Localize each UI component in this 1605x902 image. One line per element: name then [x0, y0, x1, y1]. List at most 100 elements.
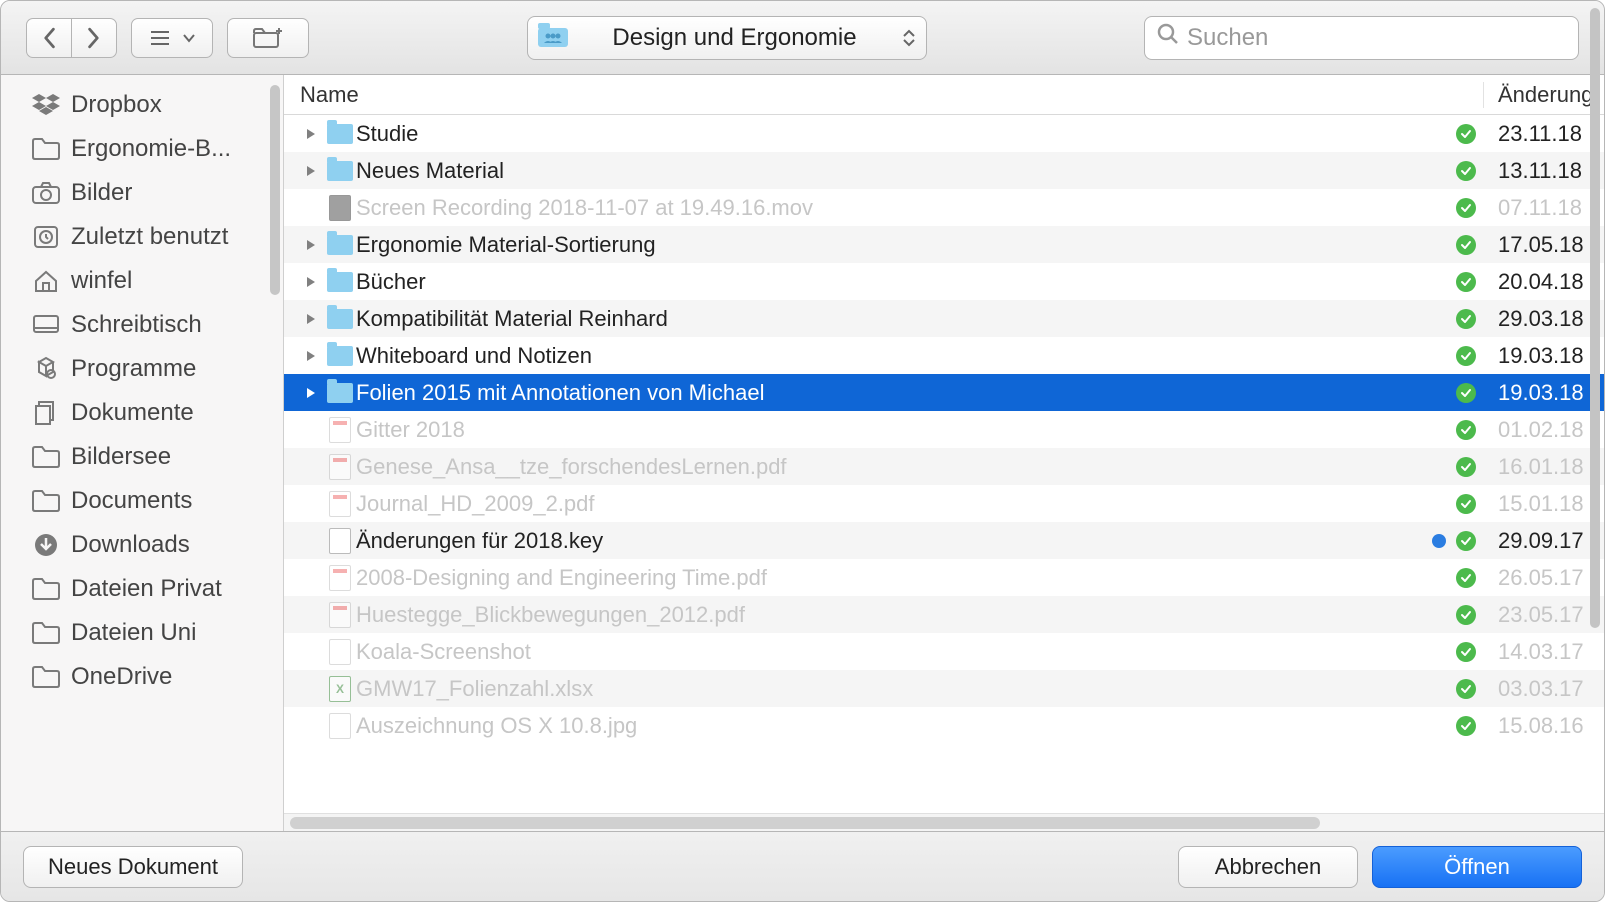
file-date: 26.05.17: [1484, 565, 1604, 591]
sidebar-scrollbar[interactable]: [270, 85, 280, 295]
sync-status-icon: [1452, 494, 1484, 514]
file-row[interactable]: Koala-Screenshot14.03.17: [284, 633, 1604, 670]
footer: Neues Dokument Abbrechen Öffnen: [1, 831, 1604, 901]
path-label: Design und Ergonomie: [576, 24, 894, 52]
folder-icon: [324, 235, 356, 255]
disclosure-triangle[interactable]: [298, 312, 324, 326]
file-date: 29.03.18: [1484, 306, 1604, 332]
docs-icon: [31, 400, 61, 426]
file-row[interactable]: Kompatibilität Material Reinhard 29.03.18: [284, 300, 1604, 337]
sidebar-item[interactable]: Dropbox: [1, 83, 283, 127]
sidebar-item-label: Dateien Privat: [71, 575, 222, 603]
file-row[interactable]: Auszeichnung OS X 10.8.jpg15.08.16: [284, 707, 1604, 744]
sidebar-item[interactable]: Ergonomie-B...: [1, 127, 283, 171]
file-row[interactable]: Neues Material13.11.18: [284, 152, 1604, 189]
file-date: 20.04.18: [1484, 269, 1604, 295]
file-row[interactable]: Screen Recording 2018-11-07 at 19.49.16.…: [284, 189, 1604, 226]
file-date: 01.02.18: [1484, 417, 1604, 443]
sidebar-item[interactable]: Zuletzt benutzt: [1, 215, 283, 259]
sidebar-item-label: Bildersee: [71, 443, 171, 471]
sync-status-icon: [1452, 568, 1484, 588]
sidebar-item[interactable]: Bilder: [1, 171, 283, 215]
cancel-button[interactable]: Abbrechen: [1178, 846, 1358, 888]
chevron-right-icon: [86, 27, 102, 49]
scroll-thumb[interactable]: [290, 817, 1320, 829]
sidebar-item[interactable]: Documents: [1, 479, 283, 523]
file-name: Ergonomie Material-Sortierung: [356, 232, 1426, 258]
sync-status-icon: [1452, 346, 1484, 366]
column-headers: Name Änderung: [284, 75, 1604, 115]
forward-button[interactable]: [71, 18, 117, 58]
file-row[interactable]: GMW17_Folienzahl.xlsx03.03.17: [284, 670, 1604, 707]
sidebar-item[interactable]: Dateien Privat: [1, 567, 283, 611]
sidebar-item-label: Documents: [71, 487, 192, 515]
file-row[interactable]: Änderungen für 2018.key29.09.17: [284, 522, 1604, 559]
back-button[interactable]: [26, 18, 71, 58]
sync-status-icon: [1452, 420, 1484, 440]
path-selector[interactable]: Design und Ergonomie: [527, 16, 927, 60]
sidebar-item[interactable]: Dokumente: [1, 391, 283, 435]
sync-status-icon: [1452, 272, 1484, 292]
stepper-icon: [902, 29, 916, 47]
file-date: 15.01.18: [1484, 491, 1604, 517]
sidebar-item[interactable]: Bildersee: [1, 435, 283, 479]
view-mode-button[interactable]: [131, 18, 213, 58]
sidebar-item[interactable]: Programme: [1, 347, 283, 391]
disclosure-triangle[interactable]: [298, 386, 324, 400]
sidebar-item[interactable]: Schreibtisch: [1, 303, 283, 347]
sync-status-icon: [1452, 605, 1484, 625]
sync-status-icon: [1452, 124, 1484, 144]
file-row[interactable]: Genese_Ansa__tze_forschendesLernen.pdf16…: [284, 448, 1604, 485]
sidebar-item[interactable]: OneDrive: [1, 655, 283, 699]
search-field[interactable]: Suchen: [1144, 16, 1579, 60]
sidebar-item-label: Dateien Uni: [71, 619, 196, 647]
file-name: Bücher: [356, 269, 1426, 295]
disclosure-triangle[interactable]: [298, 275, 324, 289]
download-icon: [31, 532, 61, 558]
window-scrollbar[interactable]: [1588, 75, 1602, 831]
file-date: 29.09.17: [1484, 528, 1604, 554]
list-view-icon: [149, 28, 177, 48]
sidebar-item[interactable]: Dateien Uni: [1, 611, 283, 655]
disclosure-triangle[interactable]: [298, 127, 324, 141]
file-row[interactable]: 2008-Designing and Engineering Time.pdf 2…: [284, 559, 1604, 596]
scroll-thumb[interactable]: [1590, 75, 1600, 628]
file-row[interactable]: Huestegge_Blickbewegungen_2012.pdf23.05.…: [284, 596, 1604, 633]
sidebar-item[interactable]: Downloads: [1, 523, 283, 567]
sidebar-item-label: Programme: [71, 355, 196, 383]
file-row[interactable]: Whiteboard und Notizen19.03.18: [284, 337, 1604, 374]
folder-icon: [31, 620, 61, 646]
search-placeholder: Suchen: [1187, 24, 1268, 52]
folder-icon: [31, 444, 61, 470]
file-date: 13.11.18: [1484, 158, 1604, 184]
sync-status-icon: [1452, 716, 1484, 736]
file-name: Kompatibilität Material Reinhard: [356, 306, 1426, 332]
column-name[interactable]: Name: [284, 82, 1484, 108]
file-row[interactable]: Journal_HD_2009_2.pdf15.01.18: [284, 485, 1604, 522]
file-row[interactable]: Bücher 20.04.18: [284, 263, 1604, 300]
sidebar-item[interactable]: winfel: [1, 259, 283, 303]
dropbox-icon: [31, 92, 61, 118]
file-name: 2008-Designing and Engineering Time.pdf: [356, 565, 1426, 591]
sidebar-item-label: winfel: [71, 267, 132, 295]
file-row[interactable]: Gitter 201801.02.18: [284, 411, 1604, 448]
disclosure-triangle[interactable]: [298, 349, 324, 363]
folder-icon: [324, 309, 356, 329]
disclosure-triangle[interactable]: [298, 164, 324, 178]
nav-group: [26, 18, 117, 58]
file-row[interactable]: Folien 2015 mit Annotationen von Michael…: [284, 374, 1604, 411]
folder-icon: [324, 346, 356, 366]
file-row[interactable]: Ergonomie Material-Sortierung17.05.18: [284, 226, 1604, 263]
file-row[interactable]: Studie23.11.18: [284, 115, 1604, 152]
horizontal-scrollbar[interactable]: [284, 813, 1604, 831]
disclosure-triangle[interactable]: [298, 238, 324, 252]
new-document-button[interactable]: Neues Dokument: [23, 846, 243, 888]
folder-icon: [31, 136, 61, 162]
open-button[interactable]: Öffnen: [1372, 846, 1582, 888]
file-name: Auszeichnung OS X 10.8.jpg: [356, 713, 1426, 739]
new-folder-button[interactable]: [227, 18, 309, 58]
sidebar: DropboxErgonomie-B...BilderZuletzt benut…: [1, 75, 284, 831]
column-modified[interactable]: Änderung: [1484, 82, 1604, 108]
pdf-file-icon: [324, 454, 356, 480]
toolbar: Design und Ergonomie Suchen: [1, 1, 1604, 75]
